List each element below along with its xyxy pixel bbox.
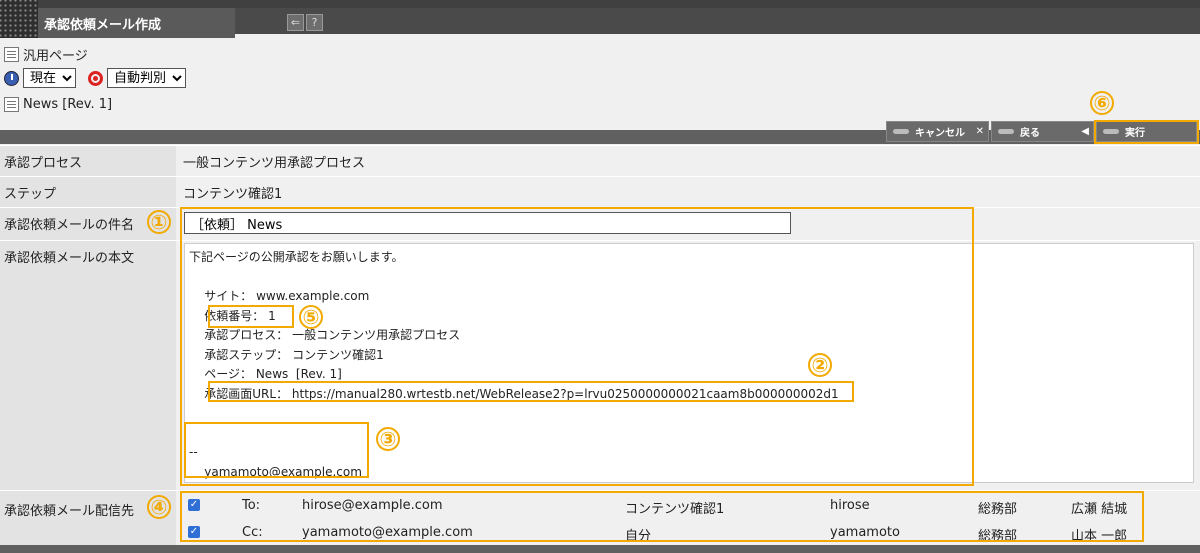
body-line (189, 404, 1193, 424)
recipient-name: 広瀬 結城 (1071, 502, 1128, 517)
recipient-name: 山本 一郎 (1071, 529, 1128, 544)
execute-button[interactable]: 実行 (1096, 121, 1197, 142)
recipient-type: Cc: (242, 525, 263, 540)
recipient-dept: 総務部 (978, 502, 1018, 517)
target-icon (88, 70, 103, 86)
body-line: yamamoto@example.com (189, 464, 362, 479)
subject-input[interactable] (184, 212, 791, 234)
annotation-number: ② (808, 353, 832, 377)
body-line: サイト： www.example.com (189, 289, 370, 303)
body-line: ページ： News [Rev. 1] (189, 367, 342, 381)
help-icon[interactable]: ? (306, 14, 323, 31)
top-strip (0, 0, 1200, 8)
recipient-role: 自分 (625, 529, 652, 544)
body-line (189, 268, 1193, 288)
clock-icon (4, 70, 19, 86)
back-label: 戻る (1020, 128, 1040, 139)
body-line (189, 424, 1193, 444)
recipient-email: hirose@example.com (302, 498, 443, 513)
button-pill-icon (998, 129, 1014, 134)
window-title: 承認依頼メール作成 (44, 18, 162, 33)
cancel-label: キャンセル (915, 128, 965, 139)
annotation-number: ① (147, 210, 171, 234)
recipient-dept: 総務部 (978, 529, 1018, 544)
annotation-number: ⑥ (1090, 91, 1114, 115)
app-logo-icon (0, 0, 38, 38)
execute-label: 実行 (1125, 128, 1145, 139)
recipient-email: yamamoto@example.com (302, 525, 473, 540)
body-textarea[interactable]: 下記ページの公開承認をお願いします。 サイト： www.example.com … (184, 243, 1194, 483)
page-name: News [Rev. 1] (23, 97, 113, 112)
process-label: 承認プロセス (0, 146, 176, 176)
page-icon (4, 97, 19, 112)
time-row: 現在 自動判別 (4, 68, 186, 88)
step-label: ステップ (0, 177, 176, 207)
body-line: -- (189, 445, 198, 459)
bottom-bar (0, 545, 1200, 553)
annotation-number: ③ (376, 427, 400, 451)
annotation-number: ④ (147, 495, 171, 519)
page-type-label: 汎用ページ (23, 49, 88, 64)
page-name-row: News [Rev. 1] (4, 97, 112, 112)
title-bar: 承認依頼メール作成 ⇐ ? (0, 0, 1200, 38)
recipient-checkbox[interactable]: ✓ (188, 526, 200, 538)
tab-bar (235, 8, 1200, 34)
recipient-row-cc: ✓ Cc: yamamoto@example.com 自分 yamamoto 総… (176, 520, 1200, 546)
close-icon: ✕ (975, 126, 984, 137)
button-pill-icon (1103, 129, 1119, 134)
back-icon[interactable]: ⇐ (287, 14, 304, 31)
recipient-row-to: ✓ To: hirose@example.com コンテンツ確認1 hirose… (176, 493, 1200, 519)
chevron-left-icon: ◀ (1081, 126, 1089, 137)
cancel-button[interactable]: キャンセル ✕ (886, 121, 989, 142)
body-line: 依頼番号： 1 (189, 308, 276, 323)
page-type-row: 汎用ページ (4, 45, 88, 64)
recipient-user: hirose (830, 498, 870, 513)
judge-select[interactable]: 自動判別 (107, 68, 186, 88)
body-line: 承認ステップ： コンテンツ確認1 (189, 347, 384, 362)
body-line: 承認プロセス： 一般コンテンツ用承認プロセス (189, 328, 461, 342)
page-info: 汎用ページ 現在 自動判別 News [Rev. 1] (0, 38, 1200, 128)
recipient-checkbox[interactable]: ✓ (188, 499, 200, 511)
recipient-type: To: (242, 498, 261, 513)
recipient-user: yamamoto (830, 525, 900, 540)
button-pill-icon (893, 129, 909, 134)
body-label: 承認依頼メールの本文 (0, 241, 176, 490)
annotation-number: ⑤ (299, 305, 323, 329)
page-doc-icon (4, 47, 19, 62)
process-value: 一般コンテンツ用承認プロセス (176, 146, 1200, 176)
body-line: 下記ページの公開承認をお願いします。 (189, 250, 404, 264)
time-select[interactable]: 現在 (23, 68, 76, 88)
recipient-role: コンテンツ確認1 (625, 502, 725, 517)
process-row: 承認プロセス 一般コンテンツ用承認プロセス (0, 145, 1200, 176)
step-value: コンテンツ確認1 (176, 177, 1200, 207)
back-button[interactable]: 戻る ◀ (991, 121, 1094, 142)
step-row: ステップ コンテンツ確認1 (0, 176, 1200, 207)
body-line: 承認画面URL： https://manual280.wrtestb.net/W… (189, 386, 839, 401)
